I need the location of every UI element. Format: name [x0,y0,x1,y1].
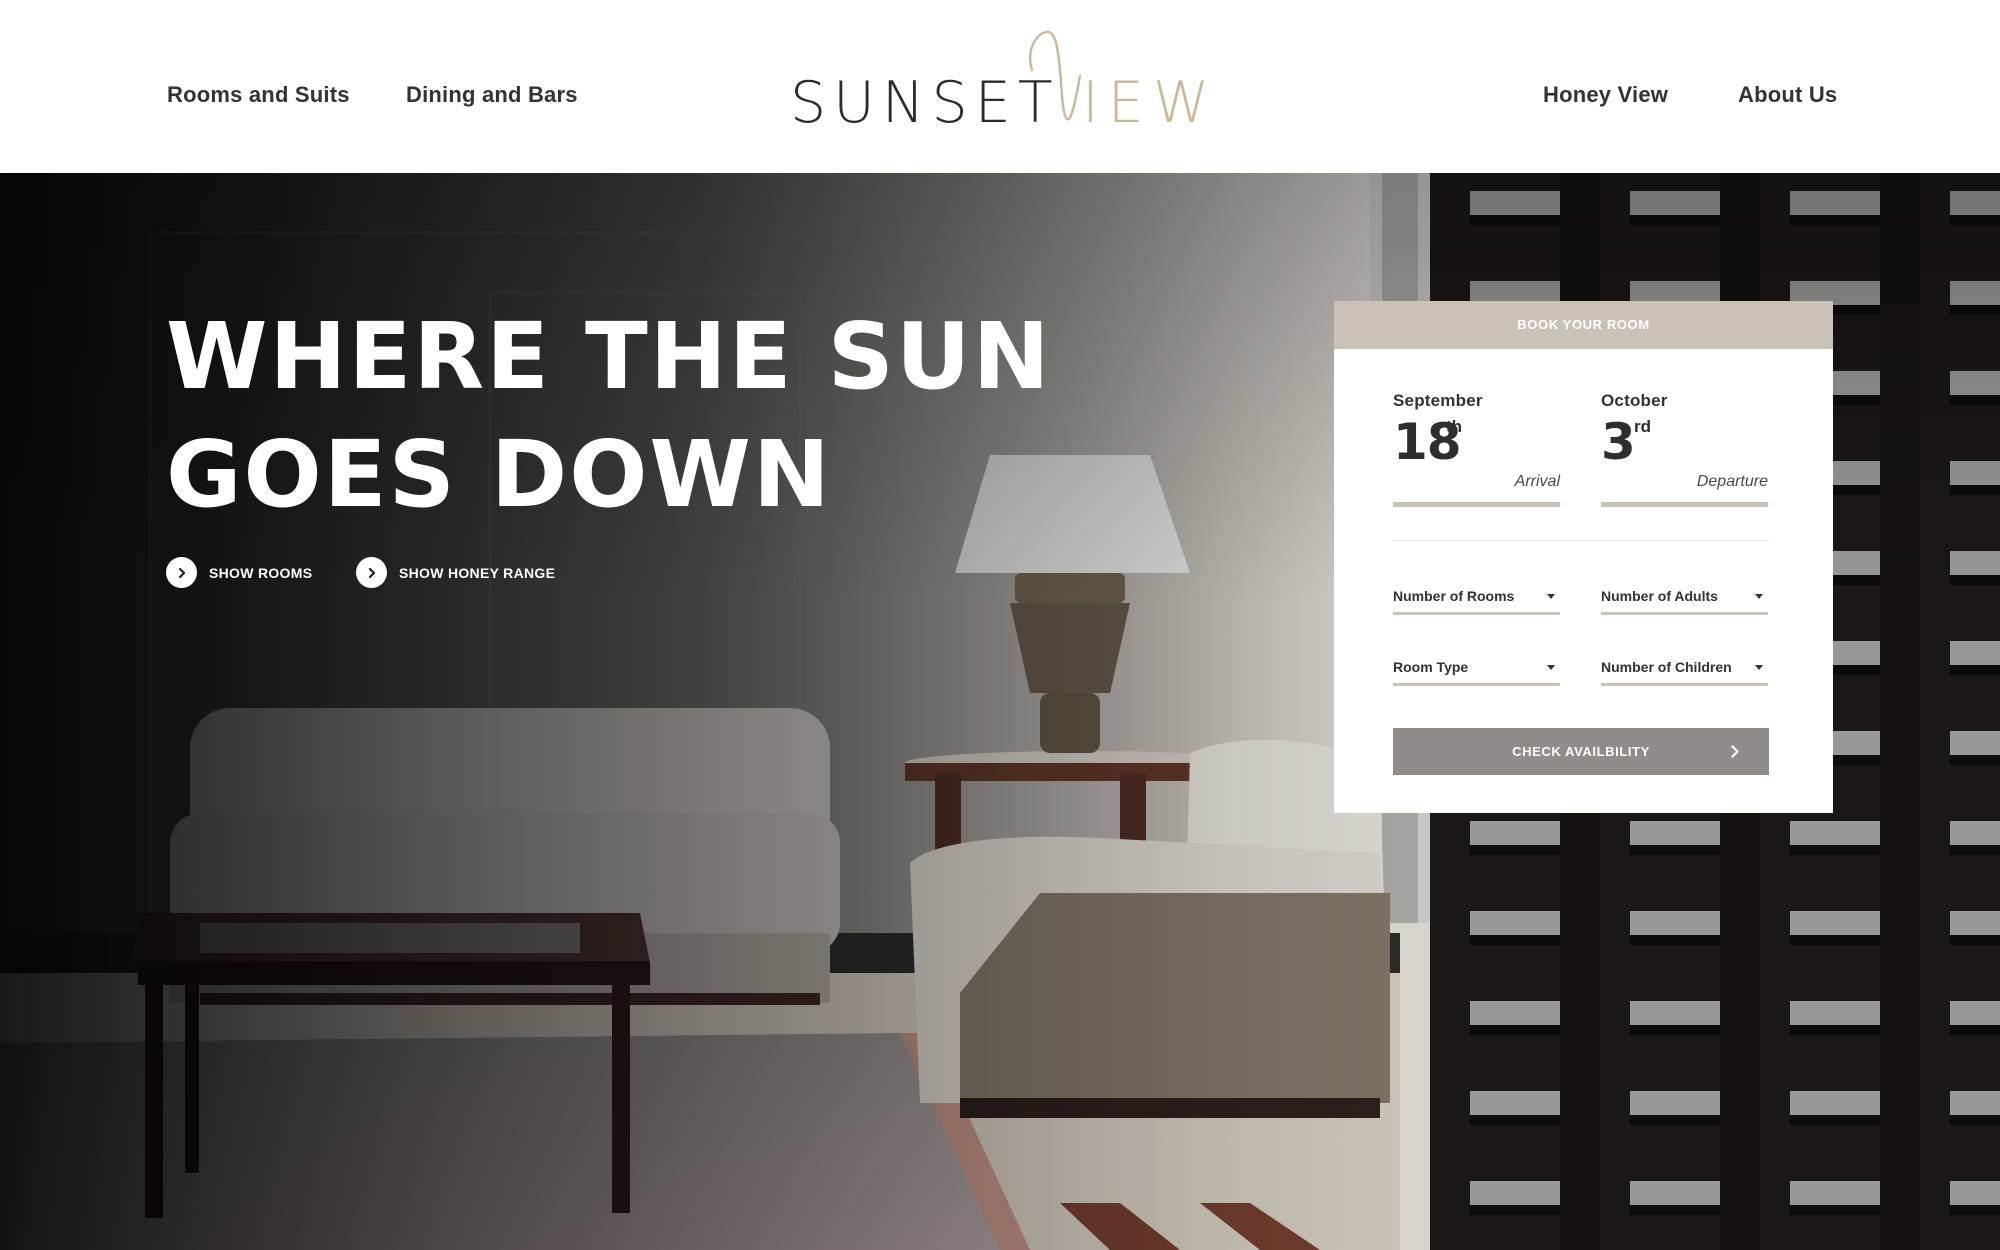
caret-down-icon [1755,665,1763,670]
room-type-select[interactable]: Room Type [1393,654,1560,686]
logo-word-view: IEW [1082,70,1219,136]
nav-link-about-us[interactable]: About Us [1738,82,1837,108]
number-of-rooms-label: Number of Rooms [1393,588,1515,604]
arrival-date-picker[interactable]: September 18 th Arrival [1393,391,1560,507]
hero-title: WHERE THE SUN GOES DOWN [166,298,1052,534]
hero-title-line-2: GOES DOWN [166,421,832,528]
booking-title: BOOK YOUR ROOM [1334,301,1833,349]
caret-down-icon [1755,594,1763,599]
logo-word-sunset: SUNSET [790,70,1060,136]
arrival-day-suffix: th [1446,417,1463,436]
number-of-adults-label: Number of Adults [1601,588,1718,604]
number-of-children-select[interactable]: Number of Children [1601,654,1768,686]
departure-day-suffix: rd [1634,417,1651,436]
booking-form: BOOK YOUR ROOM September 18 th Arrival O… [1334,301,1833,813]
chevron-right-icon [1731,745,1739,758]
room-type-label: Room Type [1393,659,1469,675]
check-availability-button[interactable]: CHECK AVAILBILITY [1393,728,1769,775]
departure-day: 3 [1601,413,1636,471]
site-header: Rooms and Suits Dining and Bars SUNSET I… [0,0,2000,173]
nav-link-honey-view[interactable]: Honey View [1543,82,1668,108]
logo-script-v-icon [1029,30,1082,121]
check-availability-label: CHECK AVAILBILITY [1512,744,1650,759]
chevron-right-icon [166,557,197,588]
show-honey-range-label: SHOW HONEY RANGE [399,564,556,581]
departure-month: October [1601,391,1668,410]
arrival-underline [1393,502,1560,507]
show-rooms-button[interactable]: SHOW ROOMS [166,557,312,588]
chevron-right-icon [356,557,387,588]
arrival-label: Arrival [1514,473,1560,490]
number-of-adults-select[interactable]: Number of Adults [1601,583,1768,615]
departure-date-picker[interactable]: October 3 rd Departure [1601,391,1768,507]
number-of-children-label: Number of Children [1601,659,1732,675]
caret-down-icon [1547,594,1555,599]
site-logo[interactable]: SUNSET IEW [790,30,1210,136]
departure-label: Departure [1696,473,1768,490]
show-rooms-label: SHOW ROOMS [209,564,313,581]
caret-down-icon [1547,665,1555,670]
hero-title-line-1: WHERE THE SUN [166,303,1052,410]
departure-underline [1601,502,1768,507]
nav-link-dining-and-bars[interactable]: Dining and Bars [406,82,578,108]
card-divider [1393,540,1769,541]
show-honey-range-button[interactable]: SHOW HONEY RANGE [356,557,555,588]
nav-link-rooms-and-suits[interactable]: Rooms and Suits [167,82,350,108]
number-of-rooms-select[interactable]: Number of Rooms [1393,583,1560,615]
arrival-month: September [1393,391,1483,410]
